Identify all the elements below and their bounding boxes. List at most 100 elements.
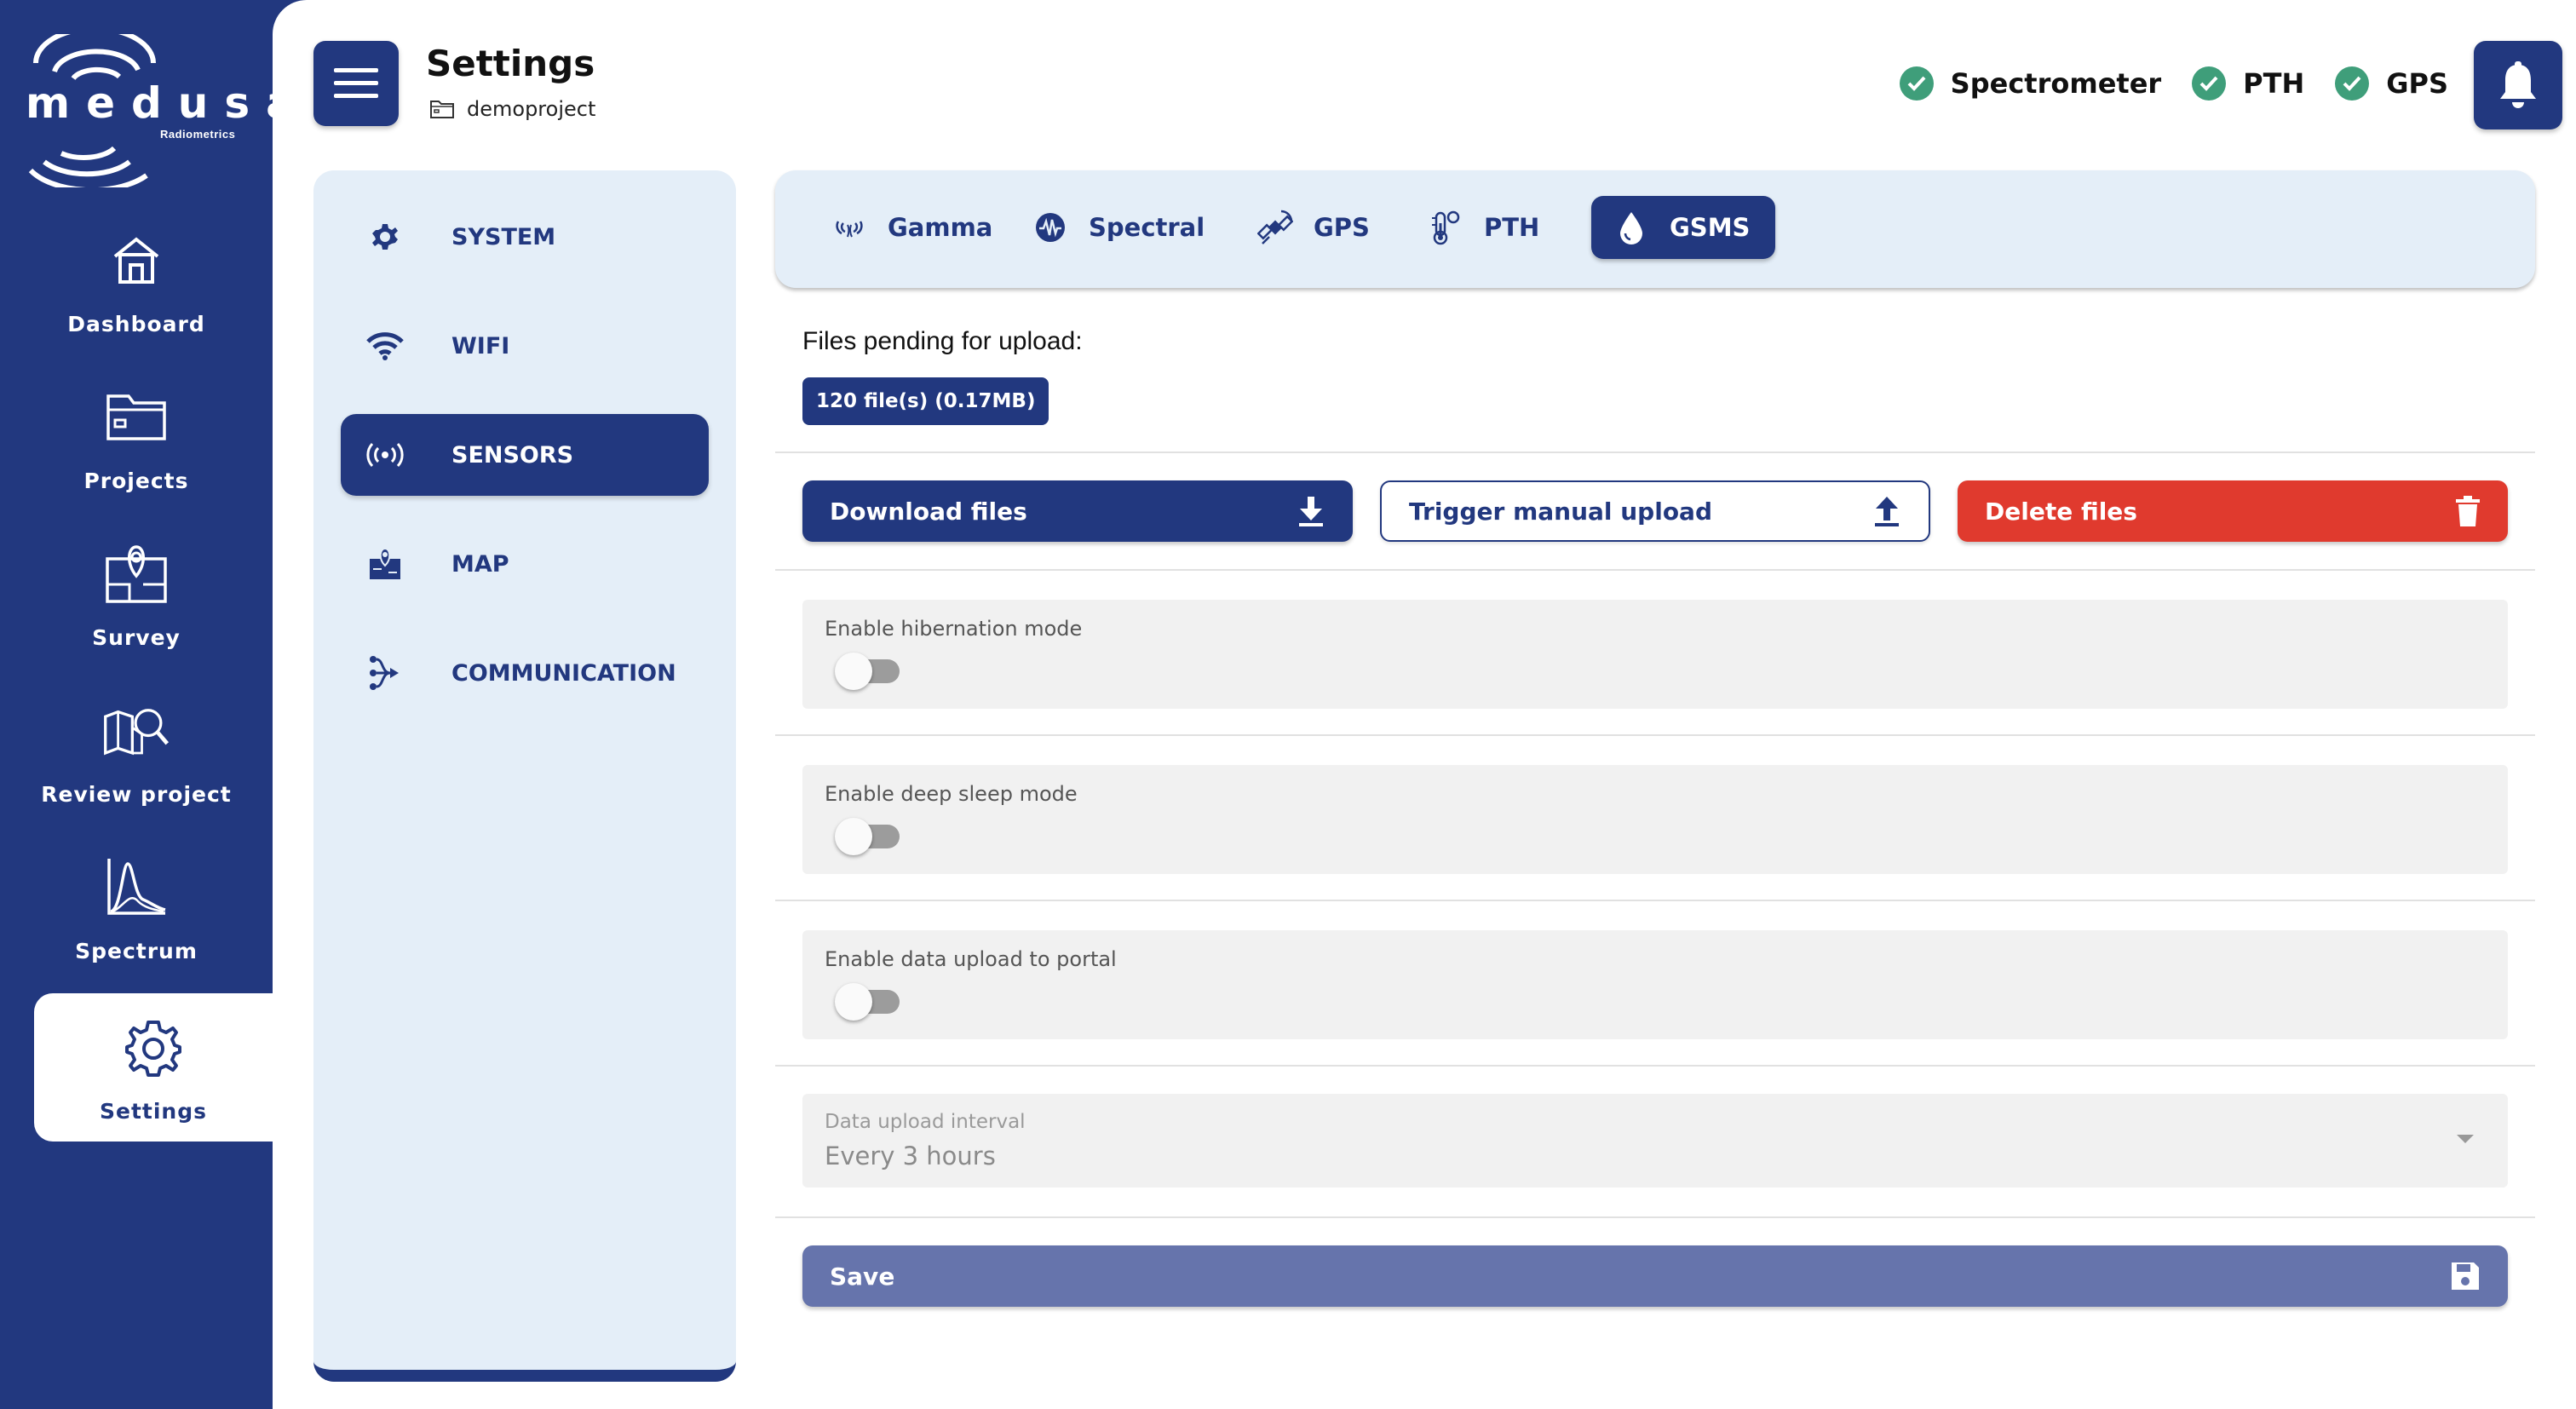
portal-upload-toggle[interactable]: [835, 983, 900, 1021]
divider: [775, 569, 2535, 571]
status-spectrometer: Spectrometer: [1899, 66, 2162, 101]
gamma-icon: [830, 215, 869, 240]
divider: [775, 1216, 2535, 1218]
portal-upload-toggle-row: Enable data upload to portal: [802, 930, 2508, 1039]
wifi-icon: [359, 331, 411, 360]
brand-name: medusa: [26, 78, 311, 128]
toggle-knob: [835, 818, 872, 855]
tab-label: GSMS: [1670, 213, 1751, 242]
category-label: SENSORS: [451, 441, 574, 469]
upload-interval-select[interactable]: Data upload interval Every 3 hours: [802, 1094, 2508, 1188]
hibernation-toggle-row: Enable hibernation mode: [802, 600, 2508, 709]
divider: [775, 451, 2535, 453]
map-pin-icon: [102, 543, 170, 603]
tab-gps[interactable]: GPS: [1235, 196, 1395, 259]
satellite-icon: [1256, 210, 1295, 245]
tab-label: Spectral: [1089, 213, 1205, 242]
tab-label: GPS: [1314, 213, 1370, 242]
check-circle-icon: [2335, 66, 2370, 101]
upload-icon: [1875, 497, 1899, 526]
chevron-down-icon: [2457, 1135, 2474, 1143]
toggle-label: Enable data upload to portal: [825, 947, 1117, 971]
nav-rail: medusa Radiometrics Dashboard Projects S…: [0, 0, 295, 1409]
bell-icon: [2500, 61, 2536, 108]
nav-label: Review project: [41, 782, 232, 807]
tab-gsms[interactable]: GSMS: [1591, 196, 1776, 259]
project-indicator: demoproject: [429, 97, 595, 121]
divider: [775, 900, 2535, 901]
folder-icon: [102, 387, 170, 446]
nav-item-projects[interactable]: Projects: [0, 361, 273, 515]
nav-item-survey[interactable]: Survey: [0, 518, 273, 671]
thermometer-icon: [1426, 210, 1465, 245]
pending-upload-label: Files pending for upload:: [802, 327, 1083, 355]
brand-subtitle: Radiometrics: [160, 128, 236, 141]
nav-label: Projects: [83, 469, 189, 493]
hamburger-icon: [334, 68, 378, 98]
check-circle-icon: [1899, 66, 1934, 101]
download-files-button[interactable]: Download files: [802, 480, 1353, 542]
status-label: GPS: [2386, 67, 2448, 100]
save-label: Save: [830, 1262, 895, 1291]
hibernation-toggle[interactable]: [835, 653, 900, 690]
map-icon: [359, 547, 411, 581]
gear-icon: [359, 222, 411, 251]
category-label: MAP: [451, 550, 509, 578]
divider: [775, 734, 2535, 736]
notifications-button[interactable]: [2474, 41, 2562, 129]
house-icon: [102, 230, 170, 290]
check-circle-icon: [2192, 66, 2227, 101]
category-communication[interactable]: COMMUNICATION: [341, 632, 709, 714]
category-system[interactable]: SYSTEM: [341, 196, 709, 278]
sensor-icon: [359, 442, 411, 468]
trigger-upload-label: Trigger manual upload: [1409, 497, 1712, 526]
tab-label: Gamma: [888, 213, 993, 242]
nav-label: Dashboard: [67, 312, 205, 336]
download-icon: [1299, 497, 1323, 526]
brand-logo[interactable]: medusa Radiometrics: [19, 34, 295, 187]
tab-gamma[interactable]: Gamma: [809, 196, 1018, 259]
spectrum-chart-icon: [102, 857, 170, 917]
nav-label: Spectrum: [75, 939, 198, 963]
nav-item-spectrum[interactable]: Spectrum: [0, 831, 273, 985]
select-value: Every 3 hours: [825, 1142, 996, 1170]
spectral-icon: [1031, 211, 1070, 244]
sensor-tabs: Gamma Spectral GPS PTH GSMS: [775, 170, 2535, 288]
nav-item-review-project[interactable]: Review project: [0, 675, 273, 828]
tab-label: PTH: [1484, 213, 1540, 242]
share-icon: [359, 654, 411, 692]
delete-files-label: Delete files: [1985, 497, 2137, 526]
deep-sleep-toggle[interactable]: [835, 818, 900, 855]
tab-spectral[interactable]: Spectral: [1010, 196, 1230, 259]
status-label: Spectrometer: [1950, 67, 2162, 100]
status-label: PTH: [2243, 67, 2305, 100]
nav-label: Settings: [99, 1099, 207, 1124]
folder-icon: [430, 101, 454, 118]
delete-files-button[interactable]: Delete files: [1958, 480, 2508, 542]
status-pth: PTH: [2192, 66, 2304, 101]
category-map[interactable]: MAP: [341, 523, 709, 605]
category-label: SYSTEM: [451, 223, 556, 250]
page-title: Settings: [426, 43, 595, 84]
project-name: demoproject: [467, 97, 596, 121]
main-content: Settings demoproject Spectrometer PTH GP…: [273, 0, 2576, 1409]
tab-pth[interactable]: PTH: [1406, 196, 1565, 259]
nav-item-dashboard[interactable]: Dashboard: [0, 204, 273, 358]
trash-icon: [2456, 496, 2480, 526]
nav-item-settings[interactable]: Settings: [34, 993, 273, 1142]
floppy-disk-icon: [2452, 1262, 2479, 1290]
settings-category-panel: SYSTEM WIFI SENSORS MAP COMMUNICATION: [313, 170, 736, 1382]
status-gps: GPS: [2335, 66, 2448, 101]
pending-files-badge: 120 file(s) (0.17MB): [802, 377, 1049, 425]
drop-icon: [1612, 210, 1651, 245]
trigger-upload-button[interactable]: Trigger manual upload: [1380, 480, 1930, 542]
category-sensors[interactable]: SENSORS: [341, 414, 709, 496]
save-button[interactable]: Save: [802, 1245, 2508, 1307]
category-wifi[interactable]: WIFI: [341, 305, 709, 387]
select-label: Data upload interval: [825, 1111, 1026, 1133]
category-label: COMMUNICATION: [451, 659, 676, 687]
gear-icon: [119, 1019, 187, 1078]
category-label: WIFI: [451, 332, 510, 359]
toggle-label: Enable deep sleep mode: [825, 782, 1078, 806]
menu-button[interactable]: [313, 41, 399, 126]
